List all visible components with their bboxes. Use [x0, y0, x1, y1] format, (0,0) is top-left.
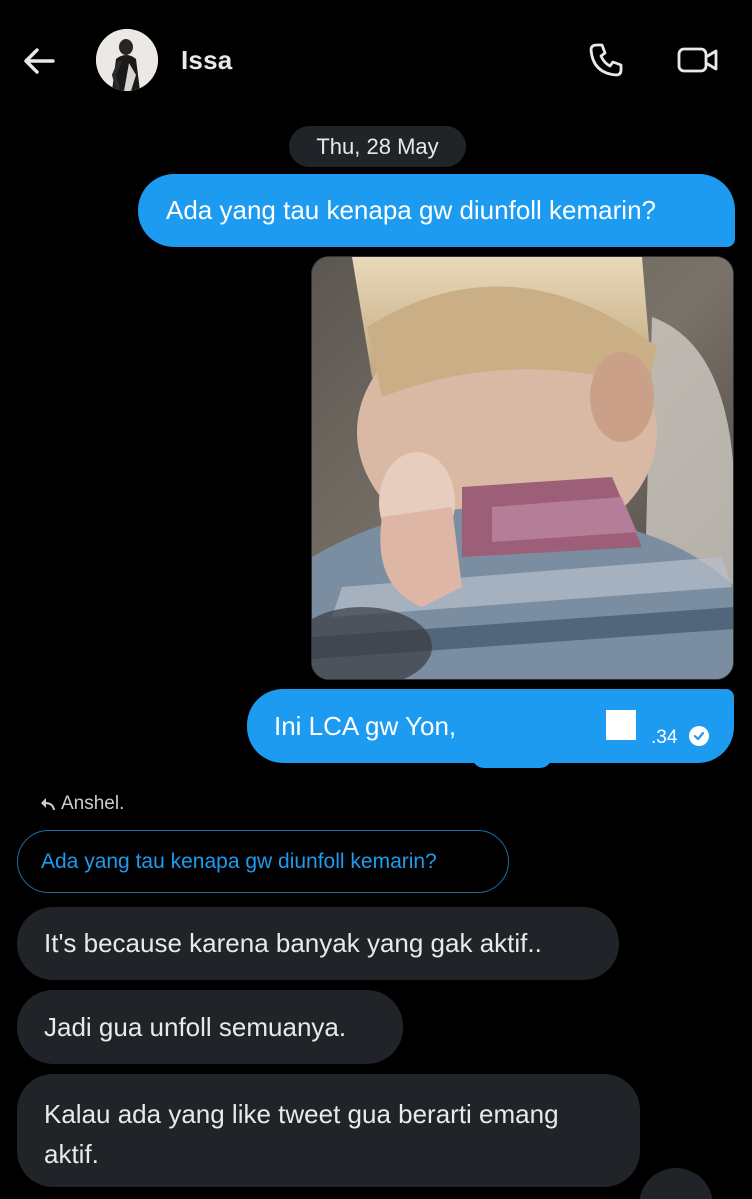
- dm-conversation-screen: Issa Thu, 28 May Ada yang tau kenapa gw …: [0, 0, 752, 1199]
- back-arrow-icon: [24, 48, 55, 74]
- conversation-header: Issa: [0, 0, 752, 120]
- reply-context-label: Anshel.: [40, 793, 124, 815]
- received-message-bubble[interactable]: It's because karena banyak yang gak akti…: [17, 907, 619, 980]
- scroll-to-bottom-button[interactable]: [639, 1168, 713, 1199]
- call-button[interactable]: [584, 38, 628, 82]
- quoted-message[interactable]: Ada yang tau kenapa gw diunfoll kemarin?: [17, 830, 509, 893]
- avatar-photo: [96, 29, 158, 91]
- received-message-bubble[interactable]: Kalau ada yang like tweet gua berarti em…: [17, 1074, 640, 1187]
- read-check-icon: [689, 726, 709, 746]
- message-text: Ada yang tau kenapa gw diunfoll kemarin?: [166, 195, 656, 225]
- received-message-bubble[interactable]: Jadi gua unfoll semuanya.: [17, 990, 403, 1064]
- date-separator: Thu, 28 May: [289, 126, 466, 167]
- message-text: Jadi gua unfoll semuanya.: [44, 1011, 347, 1042]
- gif-image: [312, 257, 733, 679]
- message-text: Ini LCA gw Yon,: [274, 710, 457, 741]
- phone-icon: [589, 43, 623, 77]
- contact-name[interactable]: Issa: [181, 45, 232, 76]
- reply-arrow-icon: [41, 798, 55, 811]
- back-button[interactable]: [18, 40, 60, 82]
- video-call-button[interactable]: [674, 38, 722, 82]
- message-text: Kalau ada yang like tweet gua berarti em…: [44, 1099, 559, 1169]
- gif-media[interactable]: [311, 256, 734, 680]
- quoted-text: Ada yang tau kenapa gw diunfoll kemarin?: [41, 849, 437, 873]
- reply-author: Anshel.: [61, 793, 125, 814]
- message-text: It's because karena banyak yang gak akti…: [44, 928, 542, 958]
- message-timestamp: .34: [651, 727, 678, 748]
- sent-message-bubble[interactable]: Ada yang tau kenapa gw diunfoll kemarin?: [138, 174, 735, 247]
- video-camera-icon: [677, 47, 718, 73]
- redaction-box: [606, 710, 636, 740]
- reaction-strip: [472, 756, 552, 768]
- avatar[interactable]: [96, 29, 158, 91]
- sent-message-bubble[interactable]: Ini LCA gw Yon, .34: [247, 689, 734, 763]
